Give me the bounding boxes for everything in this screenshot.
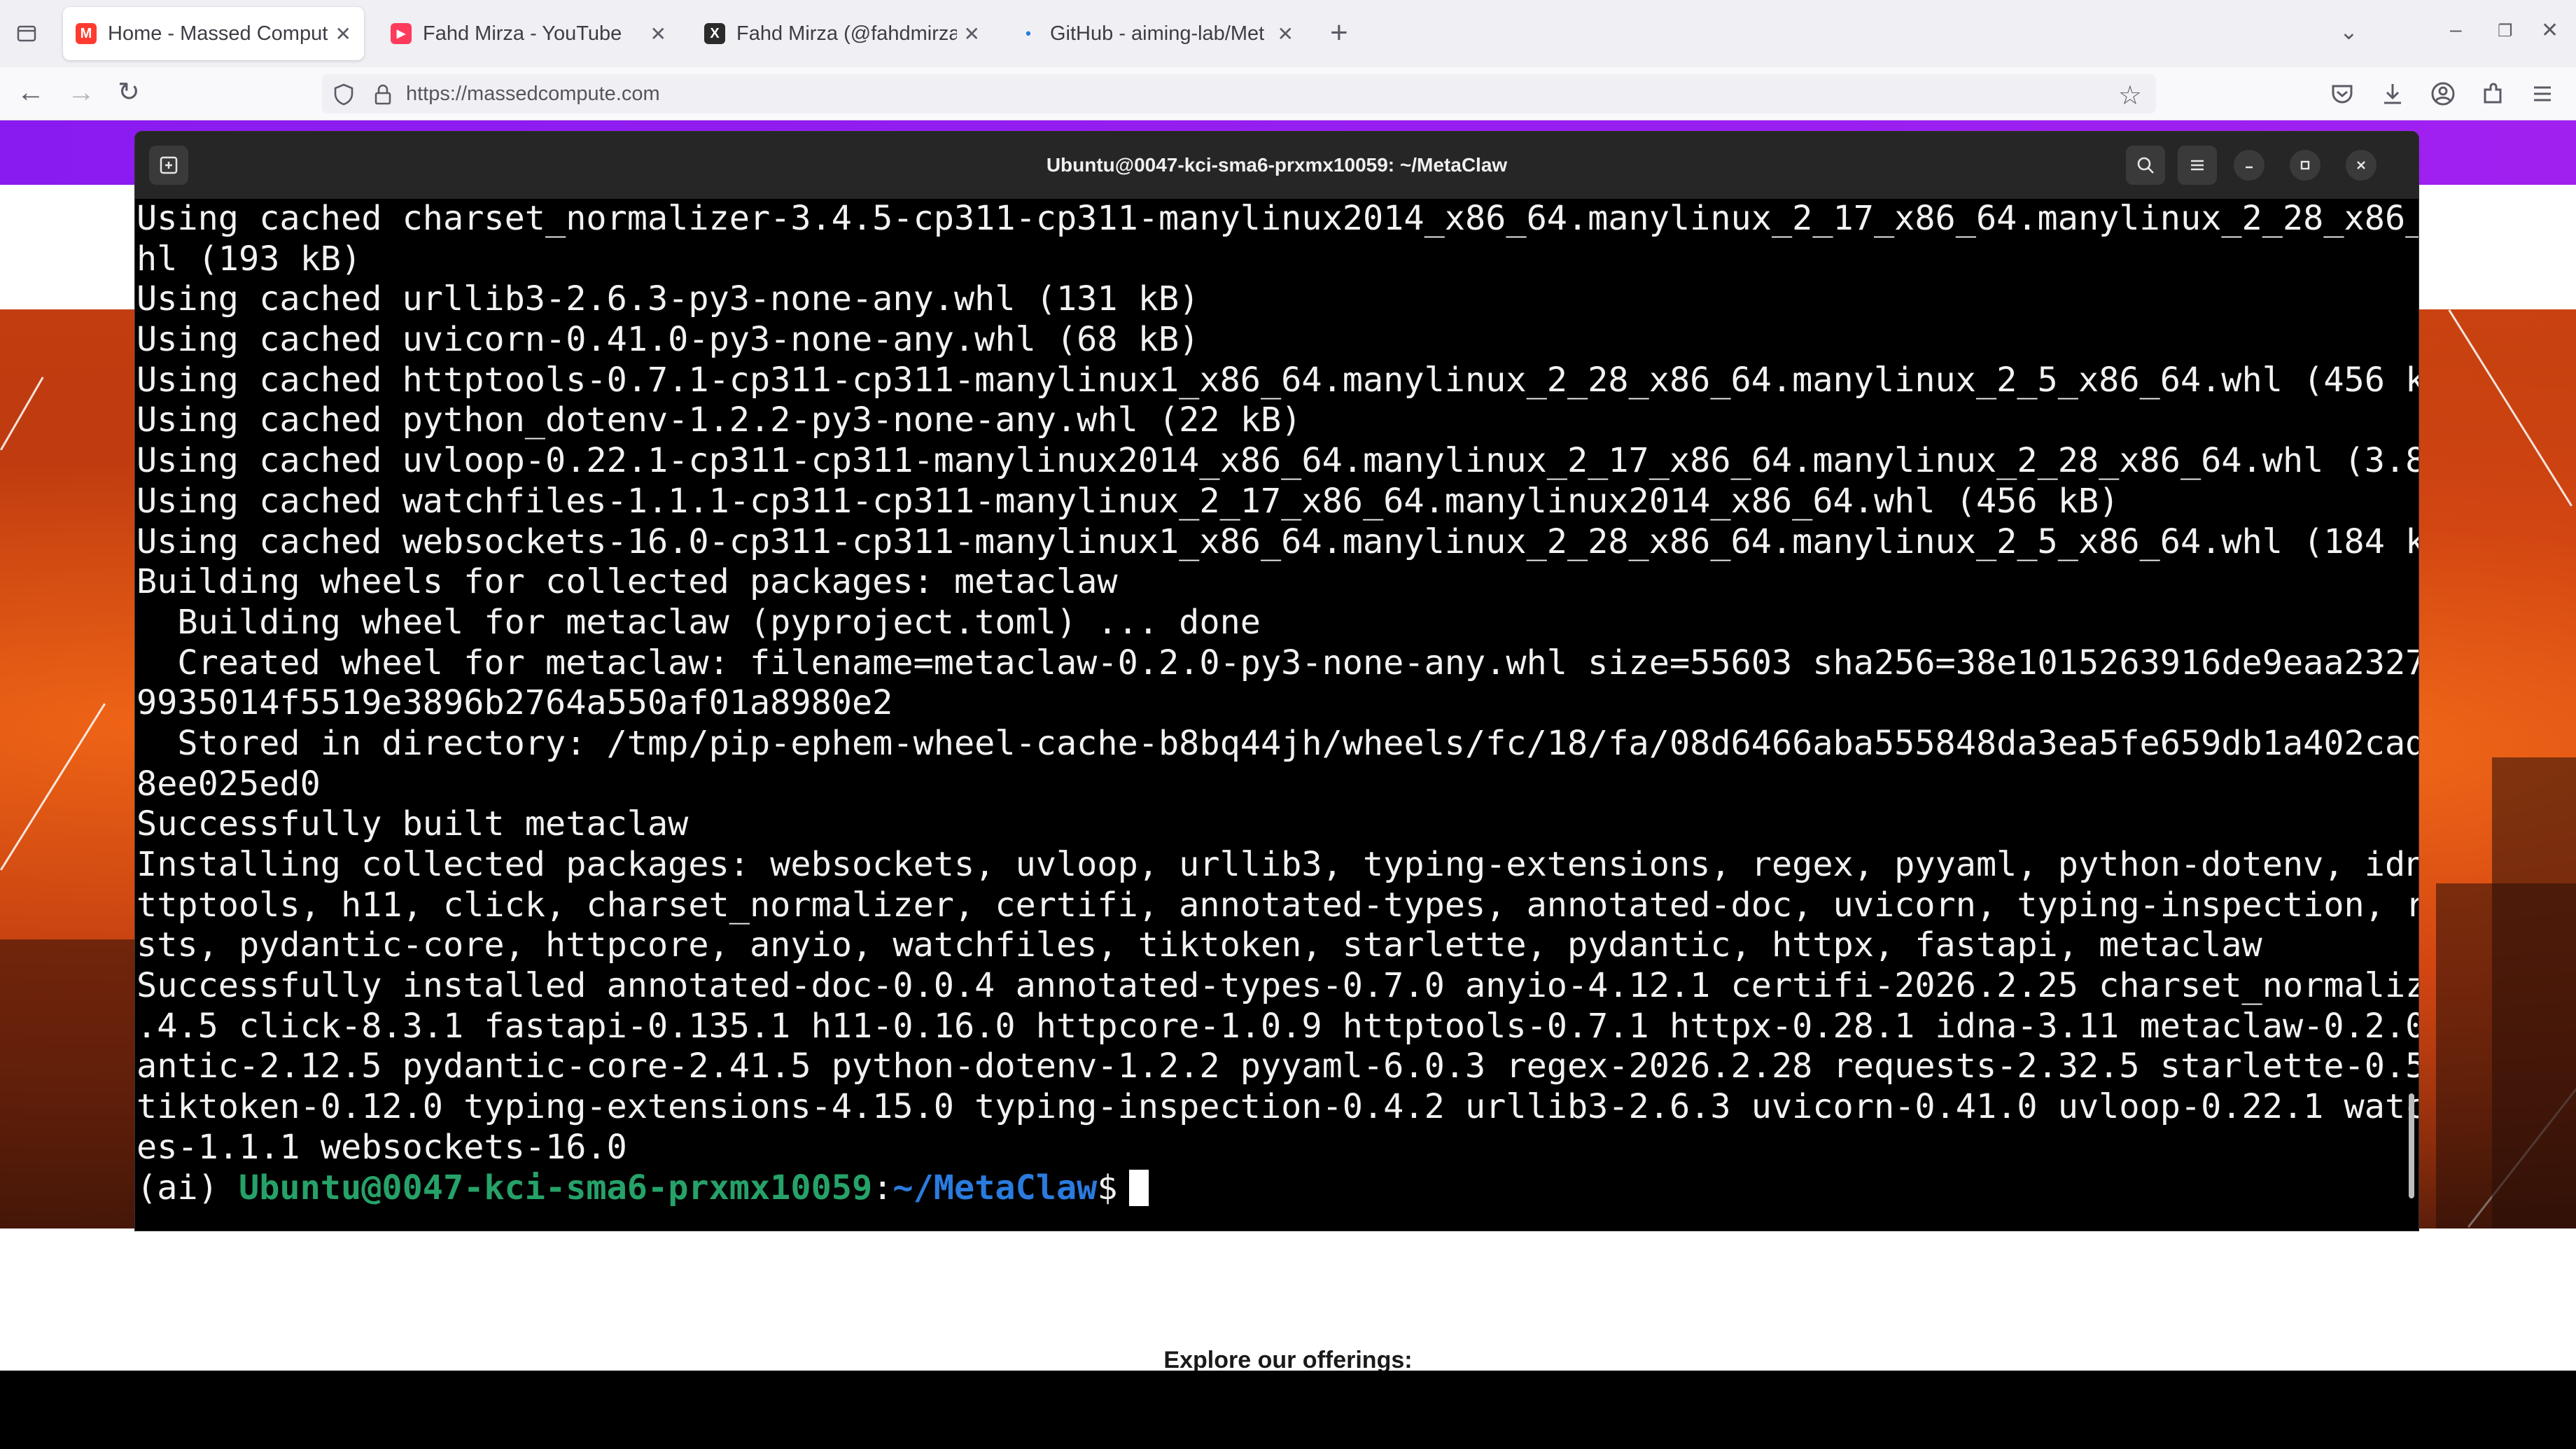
hamburger-menu-icon (2191, 160, 2204, 171)
terminal-line: Using cached python_dotenv-1.2.2-py3-non… (136, 400, 1302, 440)
terminal-window[interactable]: Ubuntu@0047-kci-sma6-prxmx10059: ~/MetaC… (135, 132, 2418, 1231)
download-icon[interactable] (2379, 80, 2407, 108)
terminal-line: sts, pydantic-core, httpcore, anyio, wat… (136, 925, 2262, 965)
tab-github[interactable]: • GitHub - aiming-lab/Met ✕ (1005, 7, 1306, 60)
shield-icon[interactable] (332, 83, 356, 106)
terminal-line: Using cached urllib3-2.6.3-py3-none-any.… (136, 279, 1200, 319)
close-icon[interactable]: ✕ (1278, 22, 1294, 46)
terminal-line: Building wheels for collected packages: … (136, 562, 1118, 602)
browser-nav-bar: ← → ↻ https://massedcompute.com ☆ (0, 67, 2576, 120)
terminal-menu-button[interactable] (2178, 146, 2217, 185)
hero-decor-line (0, 703, 106, 871)
terminal-line: Using cached websockets-16.0-cp311-cp311… (136, 522, 2418, 561)
terminal-header-bar[interactable]: Ubuntu@0047-kci-sma6-prxmx10059: ~/MetaC… (135, 132, 2418, 199)
pocket-icon[interactable] (2328, 80, 2356, 108)
back-icon[interactable]: ← (17, 77, 45, 108)
tab-youtube[interactable]: ▶ Fahd Mirza - YouTube ✕ (378, 7, 679, 60)
url-text[interactable]: https://massedcompute.com (406, 83, 660, 106)
github-dot-icon: • (1026, 24, 1031, 42)
terminal-maximize-button[interactable] (2290, 150, 2320, 181)
terminal-line: Stored in directory: /tmp/pip-ephem-whee… (136, 723, 2418, 763)
terminal-line: 9935014f5519e3896b2764a550af01a8980e2 (136, 683, 893, 723)
terminal-line: 8ee025ed0 (136, 764, 321, 804)
hero-decor-line (2448, 309, 2572, 507)
account-icon[interactable] (2429, 80, 2457, 108)
terminal-line: .4.5 click-8.3.1 fastapi-0.135.1 h11-0.1… (136, 1006, 2418, 1046)
menu-icon[interactable] (2528, 80, 2556, 108)
terminal-minimize-button[interactable] (2234, 150, 2264, 181)
prompt-symbol: $ (1097, 1168, 1118, 1208)
content-section (0, 1228, 2576, 1351)
terminal-line: Using cached httptools-0.7.1-cp311-cp311… (136, 360, 2418, 400)
tab-title: Fahd Mirza (@fahdmirza) (736, 22, 957, 45)
text-cursor (1128, 1169, 1149, 1206)
prompt-path: ~/MetaClaw (892, 1168, 1098, 1208)
tab-list-icon[interactable] (13, 20, 41, 48)
minimize-icon (2246, 166, 2253, 169)
terminal-scrollbar[interactable] (2409, 1093, 2414, 1198)
new-tab-button[interactable]: + (1330, 15, 1348, 50)
terminal-line: hl (193 kB) (136, 239, 362, 279)
terminal-line: tiktoken-0.12.0 typing-extensions-4.15.0… (136, 1087, 2418, 1127)
close-window-icon[interactable]: ✕ (2541, 18, 2558, 43)
maximize-icon[interactable]: ❐ (2498, 21, 2513, 41)
terminal-line: Installing collected packages: websocket… (136, 845, 2418, 884)
terminal-line: es-1.1.1 websockets-16.0 (136, 1127, 627, 1167)
tab-title: GitHub - aiming-lab/Met (1050, 22, 1265, 45)
massed-compute-logo-icon: M (76, 23, 97, 44)
prompt-separator: : (872, 1168, 893, 1208)
terminal-line: Created wheel for metaclaw: filename=met… (136, 643, 2418, 682)
terminal-close-button[interactable] (2346, 150, 2376, 181)
bottom-black-bar (0, 1371, 2576, 1449)
close-icon[interactable]: ✕ (335, 22, 351, 46)
extensions-icon[interactable] (2479, 80, 2507, 108)
forward-icon[interactable]: → (67, 77, 95, 108)
terminal-line: Using cached uvloop-0.22.1-cp311-cp311-m… (136, 441, 2418, 481)
terminal-line: Using cached watchfiles-1.1.1-cp311-cp31… (136, 481, 2120, 521)
close-icon (2357, 161, 2365, 169)
prompt-env: (ai) (136, 1168, 239, 1208)
terminal-prompt[interactable]: (ai) Ubuntu@0047-kci-sma6-prxmx10059:~/M… (136, 1168, 2418, 1209)
terminal-output[interactable]: Using cached charset_normalizer-3.4.5-cp… (135, 199, 2418, 1231)
close-icon[interactable]: ✕ (650, 22, 666, 46)
reload-icon[interactable]: ↻ (118, 77, 140, 108)
terminal-title: Ubuntu@0047-kci-sma6-prxmx10059: ~/MetaC… (1046, 154, 1508, 176)
tab-home-massed-compute[interactable]: M Home - Massed Compute ✕ (63, 7, 364, 60)
tab-title: Home - Massed Compute (108, 22, 328, 45)
bookmark-star-icon[interactable]: ☆ (2118, 80, 2142, 111)
terminal-line: ttptools, h11, click, charset_normalizer… (136, 885, 2418, 925)
maximize-icon (2300, 160, 2310, 170)
tab-overflow-chevron-icon[interactable]: ⌄ (2339, 18, 2358, 45)
tab-x-profile[interactable]: X Fahd Mirza (@fahdmirza) ✕ (692, 7, 993, 60)
terminal-line: Successfully built metaclaw (136, 804, 689, 844)
terminal-line: Using cached charset_normalizer-3.4.5-cp… (136, 199, 2418, 238)
address-bar[interactable]: https://massedcompute.com ☆ (322, 74, 2156, 113)
terminal-search-button[interactable] (2126, 146, 2165, 185)
prompt-user-host: Ubuntu@0047-kci-sma6-prxmx10059 (239, 1168, 873, 1208)
terminal-line: Using cached uvicorn-0.41.0-py3-none-any… (136, 320, 1200, 360)
tab-title: Fahd Mirza - YouTube (423, 22, 622, 45)
search-icon (2137, 157, 2154, 174)
close-icon[interactable]: ✕ (964, 22, 980, 46)
terminal-line: antic-2.12.5 pydantic-core-2.41.5 python… (136, 1046, 2418, 1086)
browser-tab-bar: M Home - Massed Compute ✕ ▶ Fahd Mirza -… (0, 0, 2576, 67)
x-logo-icon: X (704, 23, 725, 44)
youtube-icon: ▶ (391, 23, 412, 44)
terminal-line: Successfully installed annotated-doc-0.0… (136, 966, 2418, 1006)
minimize-icon[interactable]: – (2450, 18, 2462, 42)
lock-icon[interactable] (371, 83, 395, 106)
terminal-line: Building wheel for metaclaw (pyproject.t… (136, 602, 1261, 642)
hero-decor-line (0, 377, 44, 451)
